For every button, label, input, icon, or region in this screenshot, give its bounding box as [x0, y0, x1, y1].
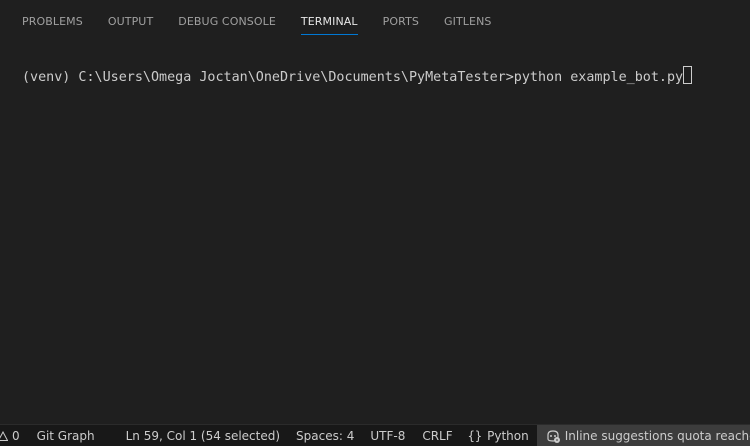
bottom-panel: PROBLEMS OUTPUT DEBUG CONSOLE TERMINAL P…: [0, 0, 750, 424]
copilot-icon: [547, 429, 560, 443]
line-ending-label: CRLF: [422, 428, 453, 443]
copilot-status-button[interactable]: Inline suggestions quota reached: [536, 425, 750, 446]
indentation-button[interactable]: Spaces: 4: [296, 425, 354, 446]
panel-tabs: PROBLEMS OUTPUT DEBUG CONSOLE TERMINAL P…: [22, 0, 516, 40]
warnings-indicator[interactable]: 0: [0, 425, 20, 446]
tab-label: GITLENS: [444, 14, 492, 28]
language-label: Python: [487, 428, 529, 443]
tab-debug-console[interactable]: DEBUG CONSOLE: [178, 0, 276, 40]
terminal-line: (venv) C:\Users\Omega Joctan\OneDrive\Do…: [22, 70, 684, 85]
tab-problems[interactable]: PROBLEMS: [22, 0, 83, 40]
tab-label: PROBLEMS: [22, 14, 83, 28]
terminal-output[interactable]: (venv) C:\Users\Omega Joctan\OneDrive\Do…: [22, 66, 693, 87]
tab-label: DEBUG CONSOLE: [178, 14, 276, 28]
terminal-cursor: [683, 66, 693, 84]
tab-label: PORTS: [382, 14, 419, 28]
warning-icon: [0, 430, 8, 441]
encoding-button[interactable]: UTF-8: [370, 425, 405, 446]
copilot-status-label: Inline suggestions quota reached: [564, 428, 750, 443]
braces-icon: {}: [467, 428, 483, 443]
tab-gitlens[interactable]: GITLENS: [444, 0, 491, 40]
git-graph-label: Git Graph: [36, 428, 95, 443]
tab-ports[interactable]: PORTS: [383, 0, 419, 40]
indentation-label: Spaces: 4: [296, 428, 355, 443]
tab-terminal[interactable]: TERMINAL: [300, 0, 358, 40]
cursor-position-label: Ln 59, Col 1 (54 selected): [125, 428, 281, 443]
tab-label: OUTPUT: [107, 14, 154, 28]
warnings-count: 0: [12, 428, 20, 443]
tab-label: TERMINAL: [300, 14, 358, 28]
git-graph-button[interactable]: Git Graph: [37, 425, 95, 446]
line-ending-button[interactable]: CRLF: [422, 425, 452, 446]
language-mode-button[interactable]: {} Python: [468, 425, 529, 446]
encoding-label: UTF-8: [370, 428, 406, 443]
cursor-position-button[interactable]: Ln 59, Col 1 (54 selected): [126, 425, 280, 446]
tab-output[interactable]: OUTPUT: [108, 0, 153, 40]
status-bar: 0 Git Graph Ln 59, Col 1 (54 selected) S…: [0, 424, 750, 446]
